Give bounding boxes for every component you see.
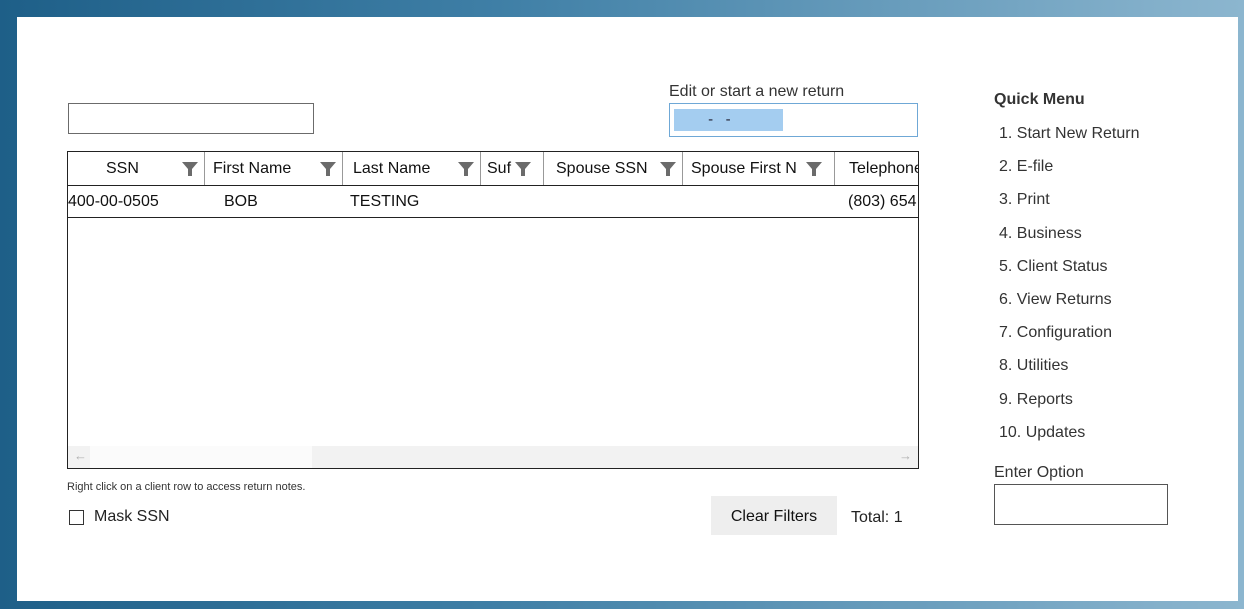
column-label: Suf (487, 160, 512, 177)
column-label: Telephone (849, 160, 918, 177)
quick-menu-item-updates[interactable]: 10. Updates (999, 416, 1140, 449)
enter-option-input[interactable] (994, 484, 1168, 525)
chevron-left-icon[interactable]: ← (74, 448, 87, 463)
chevron-right-icon[interactable]: → (899, 448, 912, 463)
mask-ssn-checkbox[interactable] (69, 509, 84, 525)
table-row[interactable]: 400-00-0505 BOB TESTING (803) 654 (68, 186, 918, 218)
column-header-first-name[interactable]: First Name (205, 152, 343, 185)
column-header-telephone[interactable]: Telephone (835, 152, 918, 185)
cell-last-name: TESTING (350, 193, 420, 210)
cell-ssn: 400-00-0505 (68, 193, 159, 210)
grid-header: SSN First Name Last Name Suf Spouse SSN … (68, 152, 918, 186)
column-label: Spouse First N (691, 160, 797, 177)
quick-menu-item-start-new-return[interactable]: 1. Start New Return (999, 117, 1140, 150)
quick-menu-item-e-file[interactable]: 2. E-file (999, 150, 1140, 183)
ssn-entry-field[interactable]: - - (669, 103, 918, 137)
filter-icon[interactable] (182, 161, 198, 177)
cell-first-name: BOB (224, 193, 258, 210)
client-search-input[interactable] (68, 103, 314, 134)
mask-ssn-toggle[interactable]: Mask SSN (69, 508, 170, 526)
quick-menu-item-reports[interactable]: 9. Reports (999, 383, 1140, 416)
ssn-mask-text: - - (674, 109, 783, 131)
column-label: SSN (106, 160, 139, 177)
quick-menu-list: 1. Start New Return 2. E-file 3. Print 4… (999, 117, 1140, 449)
filter-icon[interactable] (320, 161, 336, 177)
quick-menu-item-utilities[interactable]: 8. Utilities (999, 349, 1140, 382)
return-notes-hint: Right click on a client row to access re… (67, 481, 306, 493)
client-grid[interactable]: SSN First Name Last Name Suf Spouse SSN … (67, 151, 919, 469)
quick-menu-item-print[interactable]: 3. Print (999, 183, 1140, 216)
column-label: First Name (213, 160, 292, 177)
horizontal-scrollbar[interactable]: ← → (68, 446, 918, 468)
mask-ssn-label: Mask SSN (94, 508, 170, 525)
total-count: Total: 1 (851, 509, 903, 526)
column-header-spouse-ssn[interactable]: Spouse SSN (544, 152, 683, 185)
clear-filters-button[interactable]: Clear Filters (711, 496, 837, 535)
column-header-spouse-first-name[interactable]: Spouse First N (683, 152, 835, 185)
column-label: Spouse SSN (556, 160, 648, 177)
column-header-last-name[interactable]: Last Name (343, 152, 481, 185)
filter-icon[interactable] (806, 161, 822, 177)
quick-menu-item-client-status[interactable]: 5. Client Status (999, 250, 1140, 283)
filter-icon[interactable] (660, 161, 676, 177)
scrollbar-thumb[interactable] (90, 446, 312, 468)
main-panel: Edit or start a new return - - SSN First… (17, 17, 1238, 601)
filter-icon[interactable] (515, 161, 531, 177)
edit-return-label: Edit or start a new return (669, 83, 845, 100)
column-header-ssn[interactable]: SSN (68, 152, 205, 185)
column-header-suffix[interactable]: Suf (481, 152, 544, 185)
enter-option-label: Enter Option (994, 464, 1084, 481)
filter-icon[interactable] (458, 161, 474, 177)
cell-telephone: (803) 654 (848, 193, 917, 210)
quick-menu-item-configuration[interactable]: 7. Configuration (999, 316, 1140, 349)
quick-menu-item-business[interactable]: 4. Business (999, 217, 1140, 250)
column-label: Last Name (353, 160, 431, 177)
quick-menu-item-view-returns[interactable]: 6. View Returns (999, 283, 1140, 316)
quick-menu-title: Quick Menu (994, 91, 1085, 108)
